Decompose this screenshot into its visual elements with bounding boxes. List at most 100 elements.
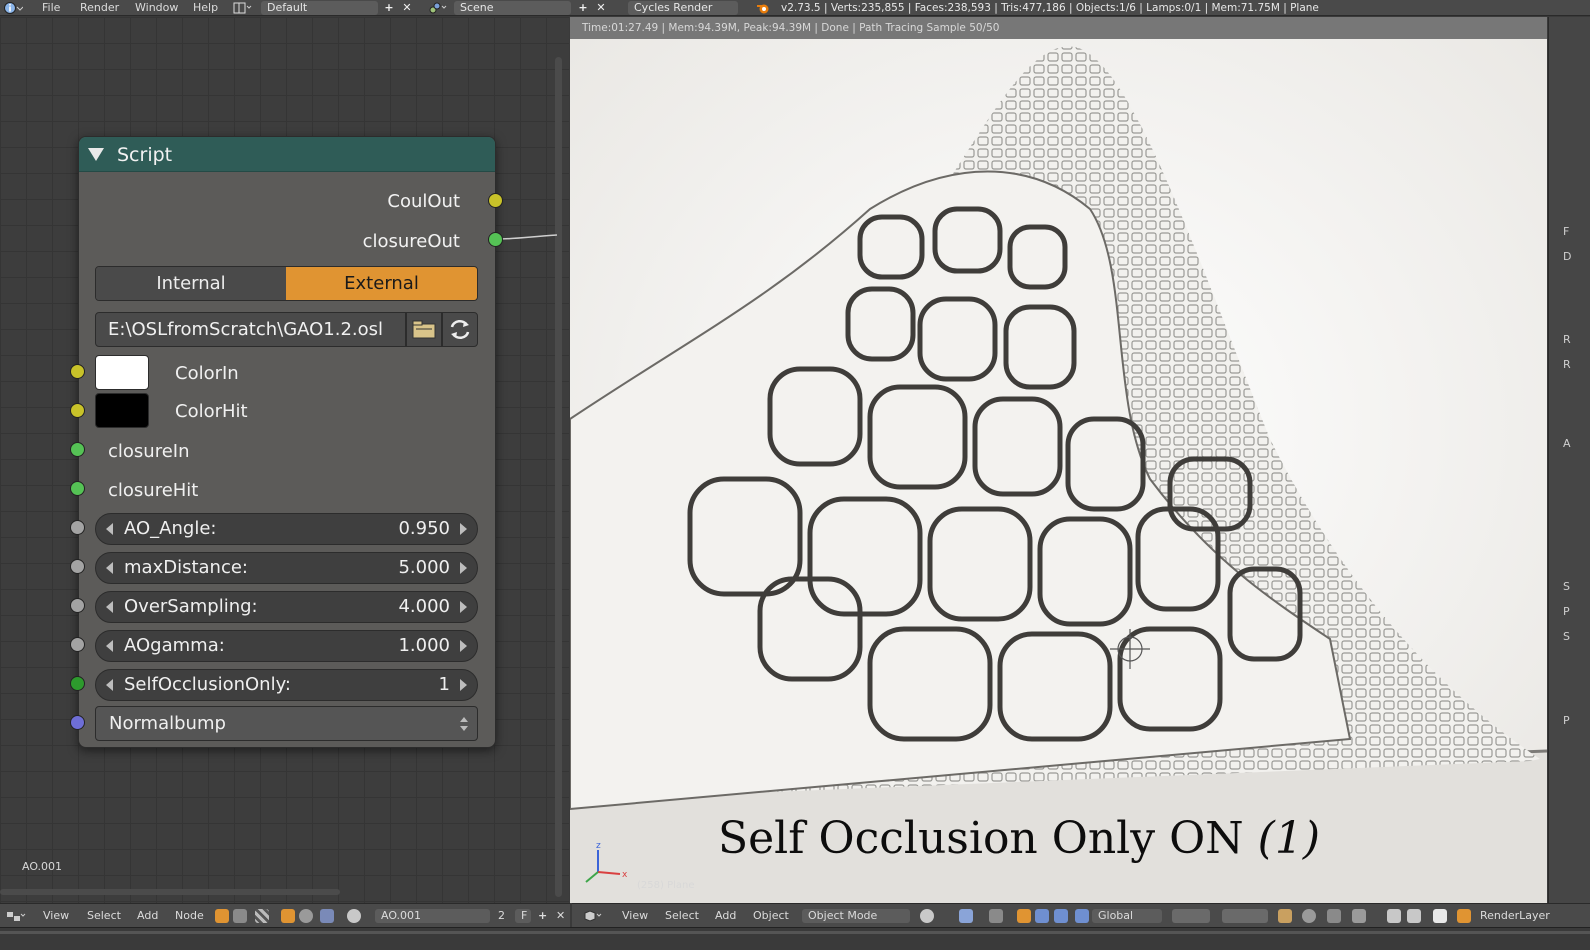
- 3d-viewport-render[interactable]: Time:01:27.49 | Mem:94.39M, Peak:94.39M …: [570, 17, 1547, 903]
- menu-window[interactable]: Window: [135, 1, 178, 15]
- editor-type-icon[interactable]: [582, 909, 604, 923]
- transform-orientation-select[interactable]: Global: [1092, 909, 1162, 923]
- render-layer-icon[interactable]: [1457, 909, 1471, 923]
- aogamma-slider[interactable]: AOgamma: 1.000: [95, 630, 478, 662]
- render-engine-select[interactable]: Cycles Render: [628, 1, 738, 15]
- menu-add[interactable]: Add: [137, 909, 158, 923]
- opengl-anim-icon[interactable]: [1407, 909, 1421, 923]
- delete-layout-button[interactable]: ✕: [399, 1, 415, 15]
- material-icon[interactable]: [347, 909, 361, 923]
- proportional-edit-icon[interactable]: [1302, 909, 1316, 923]
- object-shader-icon[interactable]: [281, 909, 295, 923]
- input-selfocclusion-socket[interactable]: [70, 676, 85, 691]
- decrement-arrow-icon[interactable]: [106, 679, 113, 691]
- node-editor[interactable]: AO.001 Script CoulOut closureOut Interna…: [0, 17, 569, 903]
- input-closurein-socket[interactable]: [70, 442, 85, 457]
- input-maxdistance-socket[interactable]: [70, 559, 85, 574]
- script-filepath-field[interactable]: E:\OSLfromScratch\GAO1.2.osl: [95, 312, 406, 347]
- close-icon[interactable]: ✕: [556, 909, 565, 923]
- properties-editor[interactable]: F D R R A S P S P: [1548, 17, 1590, 903]
- users-count[interactable]: 2: [498, 909, 505, 923]
- translate-icon[interactable]: [1017, 909, 1031, 923]
- opengl-render-icon[interactable]: [1387, 909, 1401, 923]
- input-closurehit-socket[interactable]: [70, 481, 85, 496]
- menu-view[interactable]: View: [622, 909, 648, 923]
- input-normalbump-socket[interactable]: [70, 715, 85, 730]
- pause-icon[interactable]: [1433, 909, 1447, 923]
- shader-nodes-icon[interactable]: [215, 909, 229, 923]
- increment-arrow-icon[interactable]: [460, 679, 467, 691]
- fake-user-toggle[interactable]: F: [515, 909, 531, 923]
- layers-icon[interactable]: [1222, 909, 1268, 923]
- line-style-icon[interactable]: [320, 909, 334, 923]
- scene-field[interactable]: Scene: [454, 1, 571, 15]
- lock-camera-icon[interactable]: [1278, 909, 1292, 923]
- input-aogamma-socket[interactable]: [70, 637, 85, 652]
- viewport-shading-icon[interactable]: [920, 909, 934, 923]
- selfocclusiononly-slider[interactable]: SelfOcclusionOnly: 1: [95, 669, 478, 701]
- node-editor-vertical-scrollbar[interactable]: [555, 57, 562, 897]
- add-layout-button[interactable]: +: [381, 1, 397, 15]
- scene-icon[interactable]: [427, 1, 449, 15]
- input-colorin-socket[interactable]: [70, 364, 85, 379]
- info-editor-icon[interactable]: [3, 1, 24, 15]
- manipulator-icon[interactable]: [989, 909, 1003, 923]
- menu-help[interactable]: Help: [193, 1, 218, 15]
- menu-select[interactable]: Select: [665, 909, 699, 923]
- increment-arrow-icon[interactable]: [460, 562, 467, 574]
- script-node[interactable]: Script CoulOut closureOut Internal Exter…: [70, 136, 503, 748]
- render-layer-label[interactable]: RenderLayer: [1480, 909, 1550, 923]
- decrement-arrow-icon[interactable]: [106, 523, 113, 535]
- oversampling-slider[interactable]: OverSampling: 4.000: [95, 591, 478, 623]
- menu-node[interactable]: Node: [175, 909, 204, 923]
- node-editor-horizontal-scrollbar[interactable]: [0, 889, 340, 895]
- decrement-arrow-icon[interactable]: [106, 562, 113, 574]
- normalbump-select[interactable]: Normalbump: [95, 706, 478, 741]
- node-tree-field[interactable]: AO.001: [375, 909, 490, 923]
- editor-type-icon[interactable]: [5, 909, 27, 923]
- input-oversampling-socket[interactable]: [70, 598, 85, 613]
- colorhit-swatch[interactable]: [95, 393, 149, 428]
- menu-file[interactable]: File: [42, 1, 60, 15]
- status-divider: [0, 931, 1590, 934]
- screen-layout-icon[interactable]: [232, 1, 254, 15]
- add-scene-button[interactable]: +: [575, 1, 591, 15]
- file-browse-button[interactable]: [406, 312, 442, 347]
- menu-add[interactable]: Add: [715, 909, 736, 923]
- menu-render[interactable]: Render: [80, 1, 119, 15]
- compositing-nodes-icon[interactable]: [233, 909, 247, 923]
- layers-icon[interactable]: [1172, 909, 1210, 923]
- snap-icon[interactable]: [1075, 909, 1089, 923]
- screen-layout-field[interactable]: Default: [261, 1, 378, 15]
- input-colorhit-socket[interactable]: [70, 403, 85, 418]
- decrement-arrow-icon[interactable]: [106, 601, 113, 613]
- menu-view[interactable]: View: [43, 909, 69, 923]
- increment-arrow-icon[interactable]: [460, 523, 467, 535]
- output-coulout-socket[interactable]: [488, 193, 503, 208]
- menu-select[interactable]: Select: [87, 909, 121, 923]
- collapse-triangle-icon[interactable]: [88, 148, 104, 161]
- reload-script-button[interactable]: [442, 312, 478, 347]
- ao-angle-slider[interactable]: AO_Angle: 0.950: [95, 513, 478, 545]
- decrement-arrow-icon[interactable]: [106, 640, 113, 652]
- texture-nodes-icon[interactable]: [255, 909, 269, 923]
- increment-arrow-icon[interactable]: [460, 640, 467, 652]
- interaction-mode-select[interactable]: Object Mode: [802, 909, 910, 923]
- pivot-point-icon[interactable]: [959, 909, 973, 923]
- increment-arrow-icon[interactable]: [460, 601, 467, 613]
- output-closureout-socket[interactable]: [488, 232, 503, 247]
- mode-internal-button[interactable]: Internal: [96, 267, 286, 300]
- scale-icon[interactable]: [1054, 909, 1068, 923]
- input-ao-angle-socket[interactable]: [70, 520, 85, 535]
- mode-external-button[interactable]: External: [286, 267, 477, 300]
- add-icon[interactable]: +: [538, 909, 547, 923]
- world-shader-icon[interactable]: [299, 909, 313, 923]
- snap-element-icon[interactable]: [1327, 909, 1341, 923]
- delete-scene-button[interactable]: ✕: [593, 1, 609, 15]
- rotate-icon[interactable]: [1035, 909, 1049, 923]
- snap-target-icon[interactable]: [1352, 909, 1366, 923]
- colorin-swatch[interactable]: [95, 355, 149, 390]
- script-node-header[interactable]: Script: [79, 137, 495, 172]
- maxdistance-slider[interactable]: maxDistance: 5.000: [95, 552, 478, 584]
- menu-object[interactable]: Object: [753, 909, 789, 923]
